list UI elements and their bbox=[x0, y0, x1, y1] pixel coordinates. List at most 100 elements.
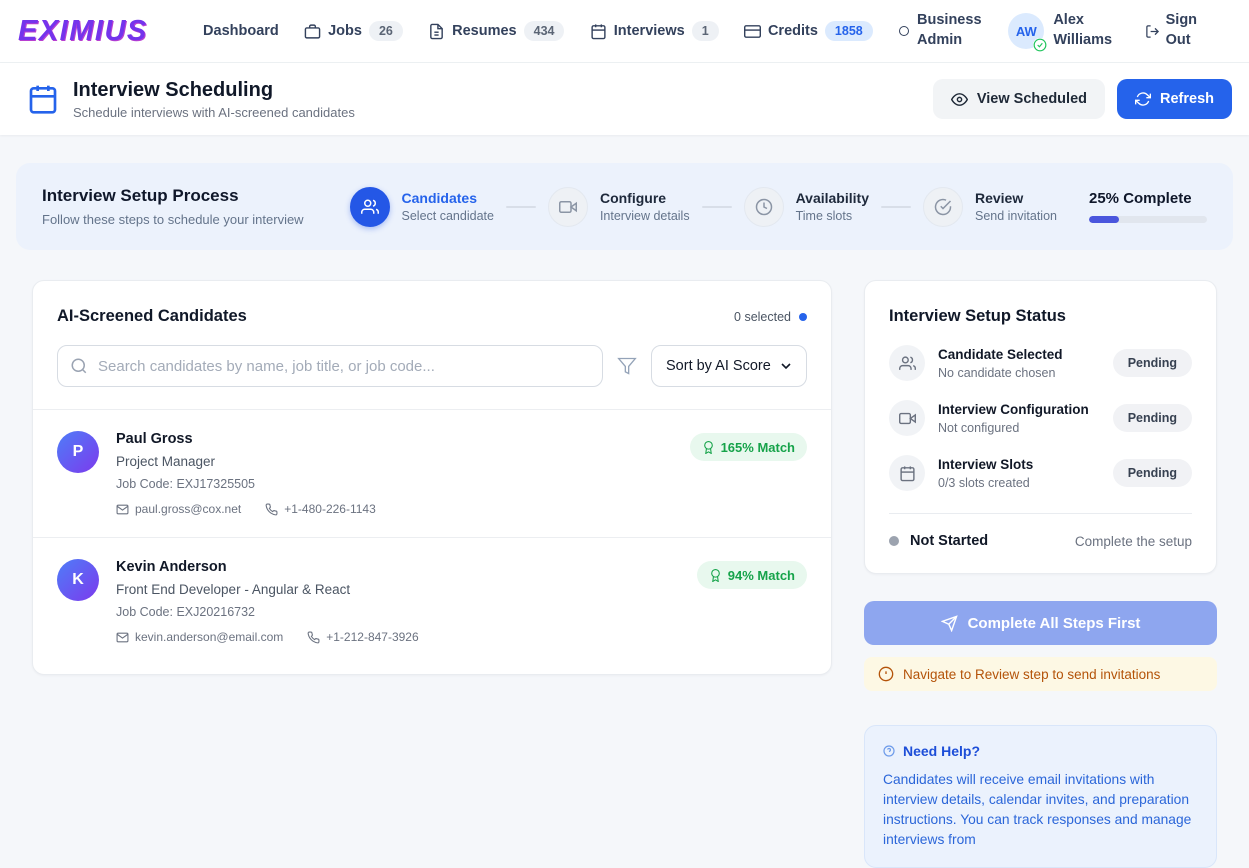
calendar-icon bbox=[590, 23, 607, 40]
page-subtitle: Schedule interviews with AI-screened can… bbox=[73, 105, 355, 120]
status-hint: Complete the setup bbox=[1075, 534, 1192, 549]
interview-setup-status-panel: Interview Setup Status Candidate Selecte… bbox=[864, 280, 1217, 574]
interviews-count-badge: 1 bbox=[692, 21, 719, 41]
setup-progress: 25% Complete bbox=[1089, 190, 1207, 223]
review-step-warning: Navigate to Review step to send invitati… bbox=[864, 657, 1217, 691]
match-score-badge: 165% Match bbox=[690, 433, 807, 461]
award-icon bbox=[702, 441, 715, 454]
candidate-job-code: Job Code: EXJ17325505 bbox=[116, 477, 673, 491]
calendar-header-icon bbox=[27, 83, 59, 115]
step-connector bbox=[506, 206, 536, 208]
clock-icon bbox=[755, 198, 773, 216]
send-icon bbox=[941, 615, 958, 632]
step-availability[interactable]: Availability Time slots bbox=[744, 187, 869, 227]
top-navigation: EXIMIUS Dashboard Jobs 26 Resumes 434 In… bbox=[0, 0, 1249, 63]
page-title: Interview Scheduling bbox=[73, 79, 355, 102]
check-circle-icon bbox=[934, 198, 952, 216]
sort-select[interactable]: Sort by AI Score bbox=[651, 345, 807, 387]
nav-business-admin[interactable]: Business Admin bbox=[898, 11, 983, 50]
candidate-name: Kevin Anderson bbox=[116, 559, 680, 575]
nav-interviews[interactable]: Interviews 1 bbox=[590, 21, 719, 41]
status-interview-slots: Interview Slots 0/3 slots created Pendin… bbox=[889, 455, 1192, 491]
step-review[interactable]: Review Send invitation bbox=[923, 187, 1057, 227]
candidate-job-title: Project Manager bbox=[116, 454, 673, 469]
progress-fill bbox=[1089, 216, 1119, 223]
step-configure[interactable]: Configure Interview details bbox=[548, 187, 690, 227]
candidate-email: kevin.anderson@email.com bbox=[116, 630, 283, 644]
brand-logo[interactable]: EXIMIUS bbox=[18, 15, 148, 48]
chevron-down-icon bbox=[778, 358, 794, 374]
step-connector bbox=[702, 206, 732, 208]
status-candidate-selected: Candidate Selected No candidate chosen P… bbox=[889, 345, 1192, 381]
step-connector bbox=[881, 206, 911, 208]
candidate-email: paul.gross@cox.net bbox=[116, 502, 241, 516]
selected-indicator-dot bbox=[799, 313, 807, 321]
not-started-dot bbox=[889, 536, 899, 546]
interview-setup-process: Interview Setup Process Follow these ste… bbox=[16, 163, 1233, 250]
jobs-count-badge: 26 bbox=[369, 21, 403, 41]
refresh-icon bbox=[1135, 91, 1151, 107]
candidate-row-kevin-anderson[interactable]: K Kevin Anderson Front End Developer - A… bbox=[33, 537, 831, 674]
help-circle-icon bbox=[883, 745, 895, 757]
award-icon bbox=[709, 569, 722, 582]
nav-resumes[interactable]: Resumes 434 bbox=[428, 21, 564, 41]
briefcase-icon bbox=[304, 23, 321, 40]
process-title: Interview Setup Process bbox=[42, 186, 304, 206]
phone-icon bbox=[307, 631, 320, 644]
candidate-row-paul-gross[interactable]: P Paul Gross Project Manager Job Code: E… bbox=[33, 409, 831, 537]
mail-icon bbox=[116, 631, 129, 644]
main-nav: Dashboard Jobs 26 Resumes 434 Interviews… bbox=[178, 11, 1231, 50]
ai-screened-candidates-panel: AI-Screened Candidates 0 selected Sort b… bbox=[32, 280, 832, 675]
help-body: Candidates will receive email invitation… bbox=[883, 770, 1198, 850]
avatar: AW bbox=[1008, 13, 1044, 49]
nav-credits[interactable]: Credits 1858 bbox=[744, 21, 873, 41]
resumes-count-badge: 434 bbox=[524, 21, 565, 41]
document-icon bbox=[428, 23, 445, 40]
user-name: Alex Williams bbox=[1053, 11, 1119, 50]
status-badge: Pending bbox=[1113, 349, 1192, 377]
status-badge: Pending bbox=[1113, 459, 1192, 487]
nav-dashboard[interactable]: Dashboard bbox=[203, 23, 279, 39]
filter-icon[interactable] bbox=[617, 356, 637, 376]
logout-icon bbox=[1145, 24, 1160, 39]
candidate-phone: +1-480-226-1143 bbox=[265, 502, 376, 516]
video-icon bbox=[899, 410, 916, 427]
divider bbox=[889, 513, 1192, 514]
status-panel-title: Interview Setup Status bbox=[889, 307, 1192, 326]
process-subtitle: Follow these steps to schedule your inte… bbox=[42, 212, 304, 227]
complete-all-steps-button[interactable]: Complete All Steps First bbox=[864, 601, 1217, 645]
credits-count-badge: 1858 bbox=[825, 21, 873, 41]
candidates-panel-title: AI-Screened Candidates bbox=[57, 307, 247, 326]
status-interview-configuration: Interview Configuration Not configured P… bbox=[889, 400, 1192, 436]
candidate-avatar: P bbox=[57, 431, 99, 473]
candidate-name: Paul Gross bbox=[116, 431, 673, 447]
candidate-avatar: K bbox=[57, 559, 99, 601]
view-scheduled-button[interactable]: View Scheduled bbox=[933, 79, 1105, 119]
step-candidates[interactable]: Candidates Select candidate bbox=[350, 187, 494, 227]
mail-icon bbox=[116, 503, 129, 516]
search-input[interactable] bbox=[57, 345, 603, 387]
match-score-badge: 94% Match bbox=[697, 561, 807, 589]
video-icon bbox=[559, 198, 577, 216]
page-header: Interview Scheduling Schedule interviews… bbox=[0, 63, 1249, 135]
overall-status: Not Started bbox=[910, 533, 988, 549]
nav-jobs[interactable]: Jobs 26 bbox=[304, 21, 403, 41]
refresh-button[interactable]: Refresh bbox=[1117, 79, 1232, 119]
selected-count: 0 selected bbox=[734, 310, 807, 324]
need-help-panel: Need Help? Candidates will receive email… bbox=[864, 725, 1217, 868]
candidate-phone: +1-212-847-3926 bbox=[307, 630, 418, 644]
search-icon bbox=[70, 357, 88, 375]
credit-card-icon bbox=[744, 23, 761, 40]
status-badge: Pending bbox=[1113, 404, 1192, 432]
phone-icon bbox=[265, 503, 278, 516]
candidate-job-code: Job Code: EXJ20216732 bbox=[116, 605, 680, 619]
user-menu[interactable]: AW Alex Williams bbox=[1008, 11, 1119, 50]
verified-check-icon bbox=[1033, 38, 1047, 52]
users-icon bbox=[361, 198, 379, 216]
candidate-job-title: Front End Developer - Angular & React bbox=[116, 582, 680, 597]
help-title: Need Help? bbox=[903, 743, 980, 759]
calendar-icon bbox=[899, 465, 916, 482]
alert-circle-icon bbox=[878, 666, 894, 682]
eye-icon bbox=[951, 91, 968, 108]
sign-out-button[interactable]: Sign Out bbox=[1145, 11, 1206, 50]
